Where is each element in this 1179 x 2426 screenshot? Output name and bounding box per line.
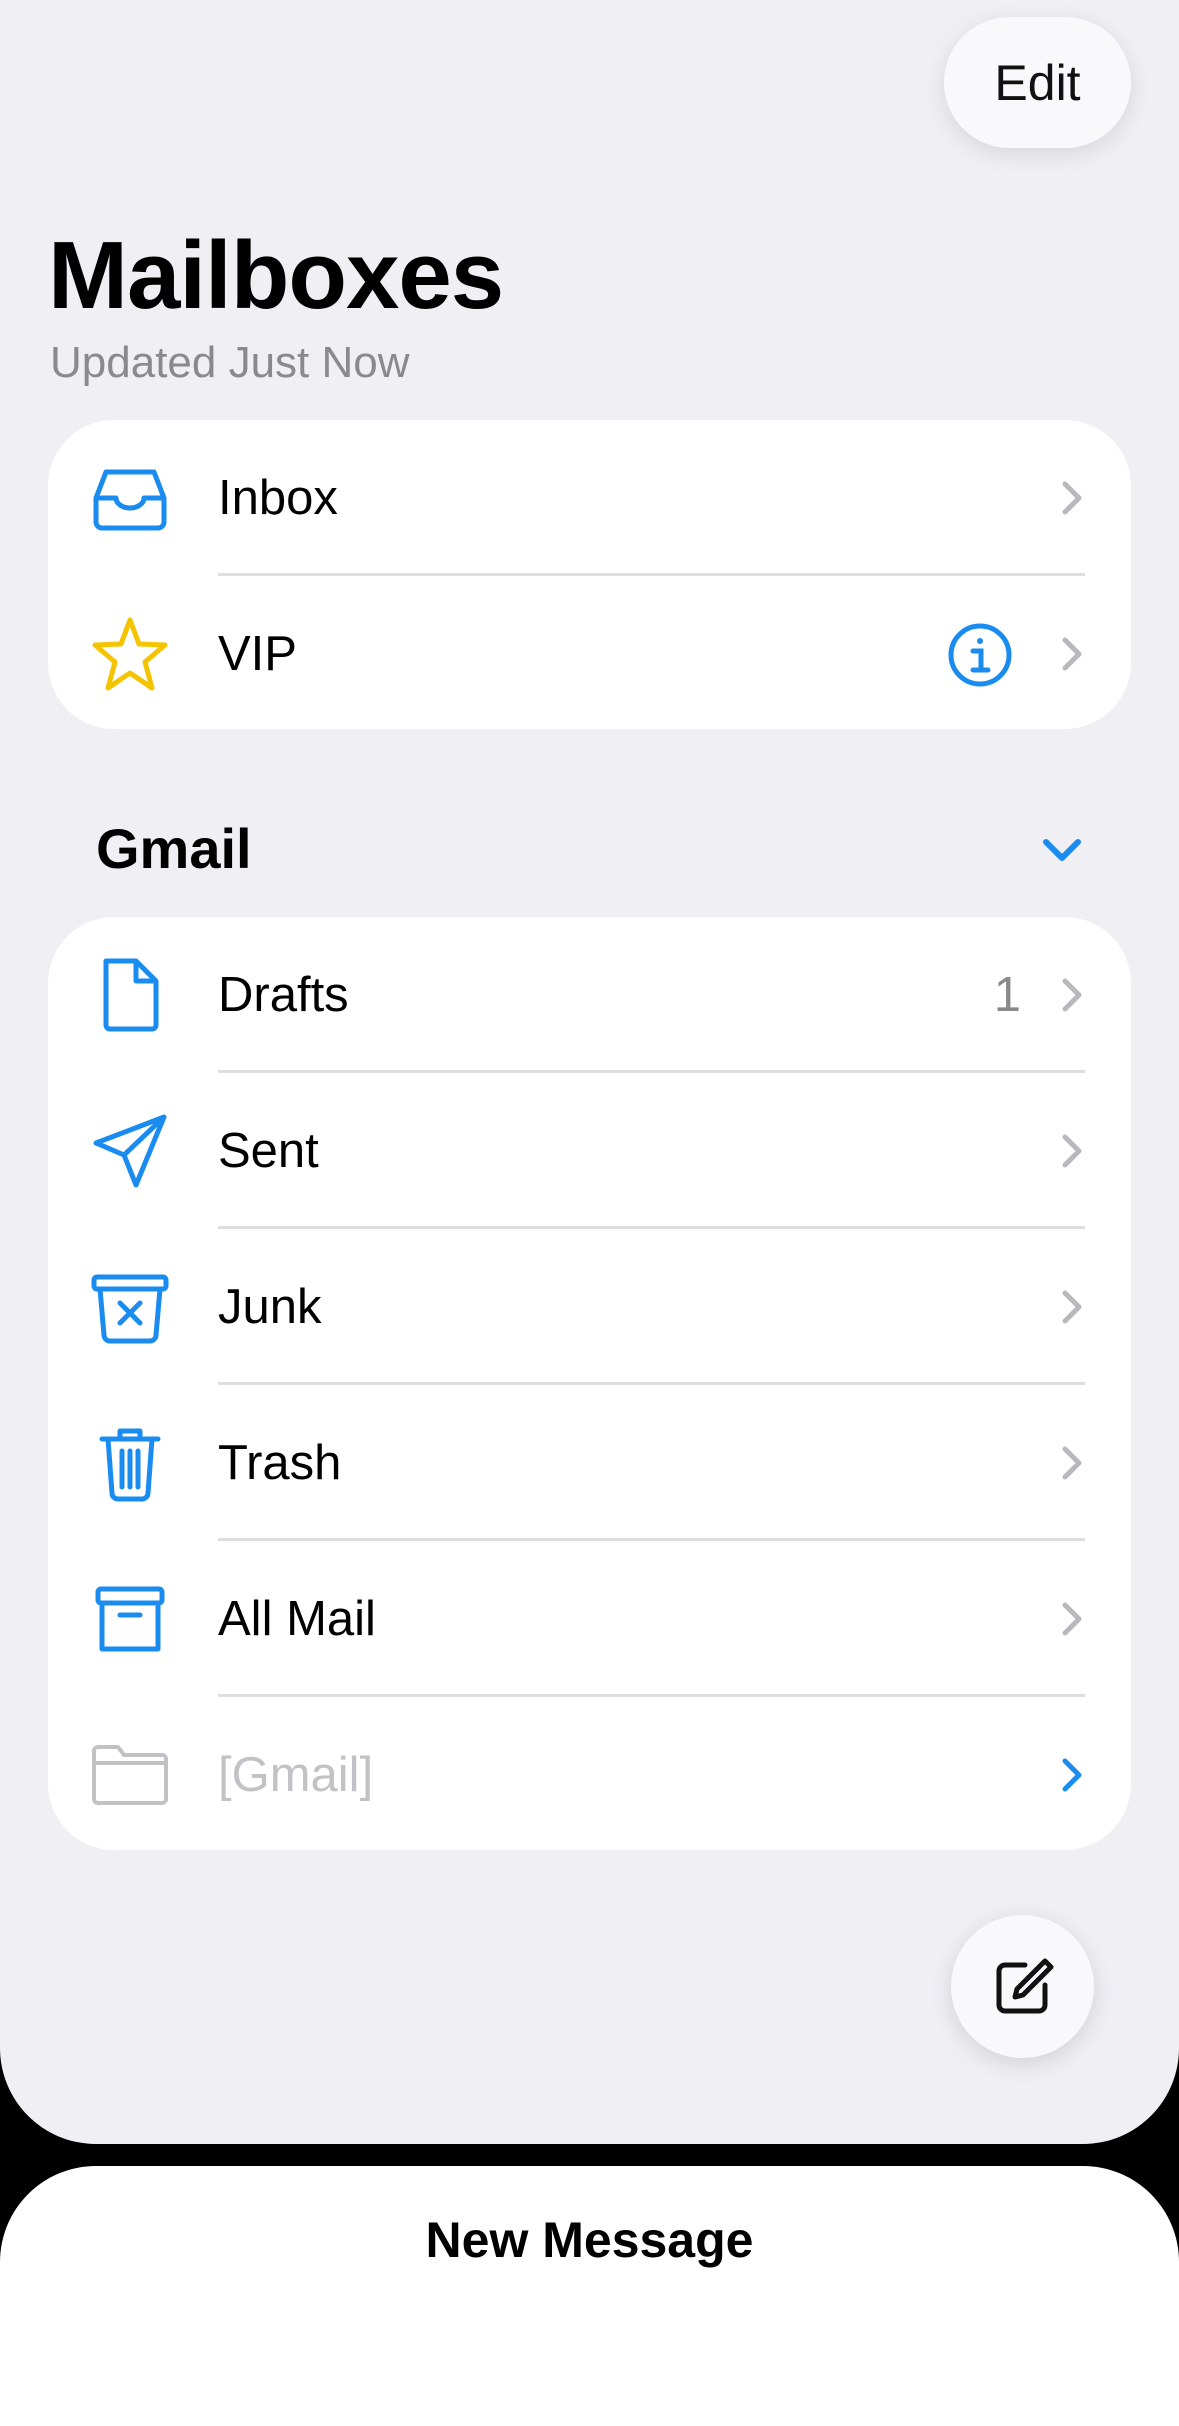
archive-box-icon [90,1579,170,1659]
unread-count: 1 [993,968,1021,1022]
favorites-card: Inbox VIP [48,420,1131,729]
update-status: Updated Just Now [50,338,410,387]
compose-button[interactable] [951,1915,1094,2058]
chevron-right-icon [1062,1290,1082,1324]
mailbox-row-trash[interactable]: Trash [48,1385,1131,1541]
mailbox-row-sent[interactable]: Sent [48,1073,1131,1229]
mailbox-label: Inbox [218,471,338,525]
chevron-right-icon [1062,637,1082,671]
edit-button[interactable]: Edit [944,17,1131,148]
mailbox-label: [Gmail] [218,1748,374,1802]
mailbox-label: VIP [218,627,297,681]
chevron-right-icon [1062,1446,1082,1480]
junk-bin-icon [90,1267,170,1347]
mailbox-row-vip[interactable]: VIP [48,576,1131,729]
compose-icon [996,1958,1053,2013]
folder-icon [90,1735,170,1815]
mailbox-label: Junk [218,1280,322,1334]
new-message-sheet[interactable]: New Message [0,2166,1179,2426]
mailbox-row-junk[interactable]: Junk [48,1229,1131,1385]
mailboxes-screen: Edit Mailboxes Updated Just Now Inbox VI… [0,0,1179,2144]
info-icon[interactable] [947,622,1013,688]
inbox-tray-icon [90,458,170,538]
mailbox-label: Drafts [218,968,349,1022]
mailbox-row-drafts[interactable]: Drafts 1 [48,917,1131,1073]
mailbox-row-all-mail[interactable]: All Mail [48,1541,1131,1697]
mailbox-label: Trash [218,1436,342,1490]
chevron-right-icon [1062,481,1082,515]
chevron-right-icon [1062,978,1082,1012]
mailbox-label: All Mail [218,1592,376,1646]
account-folders-card: Drafts 1 Sent Junk Trash All Mail [Gmail… [48,917,1131,1850]
page-title: Mailboxes [48,222,504,329]
mailbox-row-gmail-folder[interactable]: [Gmail] [48,1697,1131,1850]
paper-plane-icon [90,1111,170,1191]
sheet-title: New Message [425,2212,754,2268]
mailbox-row-inbox[interactable]: Inbox [48,420,1131,576]
document-icon [90,955,170,1035]
chevron-right-icon [1062,1602,1082,1636]
chevron-right-icon [1062,1758,1082,1792]
chevron-right-icon [1062,1134,1082,1168]
star-icon [90,614,170,694]
account-section-header[interactable]: Gmail [96,814,252,884]
chevron-down-icon[interactable] [1040,830,1084,870]
mailbox-label: Sent [218,1124,319,1178]
trash-icon [90,1423,170,1503]
